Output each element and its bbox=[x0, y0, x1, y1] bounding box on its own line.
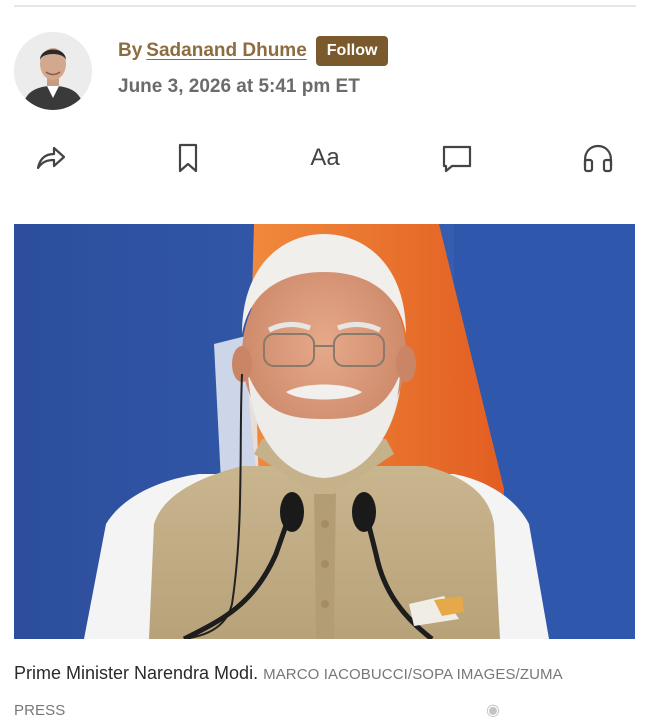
text-size-label: Aa bbox=[310, 144, 340, 171]
article-byline: By Sadanand Dhume Follow June 3, 2026 at… bbox=[14, 32, 634, 112]
article-photo[interactable] bbox=[14, 224, 635, 639]
comment-icon bbox=[439, 140, 475, 176]
photo-caption: Prime Minister Narendra Modi. MARCO IACO… bbox=[14, 656, 614, 728]
headphones-icon bbox=[580, 140, 616, 176]
top-divider bbox=[14, 5, 636, 7]
caption-text: Prime Minister Narendra Modi. bbox=[14, 663, 259, 683]
bookmark-icon bbox=[170, 140, 206, 176]
publish-timestamp: June 3, 2026 at 5:41 pm ET bbox=[118, 76, 360, 97]
author-avatar[interactable] bbox=[14, 32, 92, 110]
save-button[interactable] bbox=[168, 138, 208, 178]
comments-button[interactable] bbox=[437, 138, 477, 178]
byline-prefix: By bbox=[118, 40, 143, 61]
share-button[interactable] bbox=[30, 138, 70, 178]
weibo-icon: ◉ bbox=[486, 702, 500, 719]
text-size-button[interactable]: Aa bbox=[302, 138, 348, 178]
article-toolbar: Aa bbox=[30, 138, 620, 178]
follow-button[interactable]: Follow bbox=[315, 36, 389, 66]
share-icon bbox=[32, 140, 68, 176]
listen-button[interactable] bbox=[578, 138, 618, 178]
watermark: ◉ bbox=[486, 700, 504, 720]
author-link[interactable]: Sadanand Dhume bbox=[146, 40, 306, 62]
